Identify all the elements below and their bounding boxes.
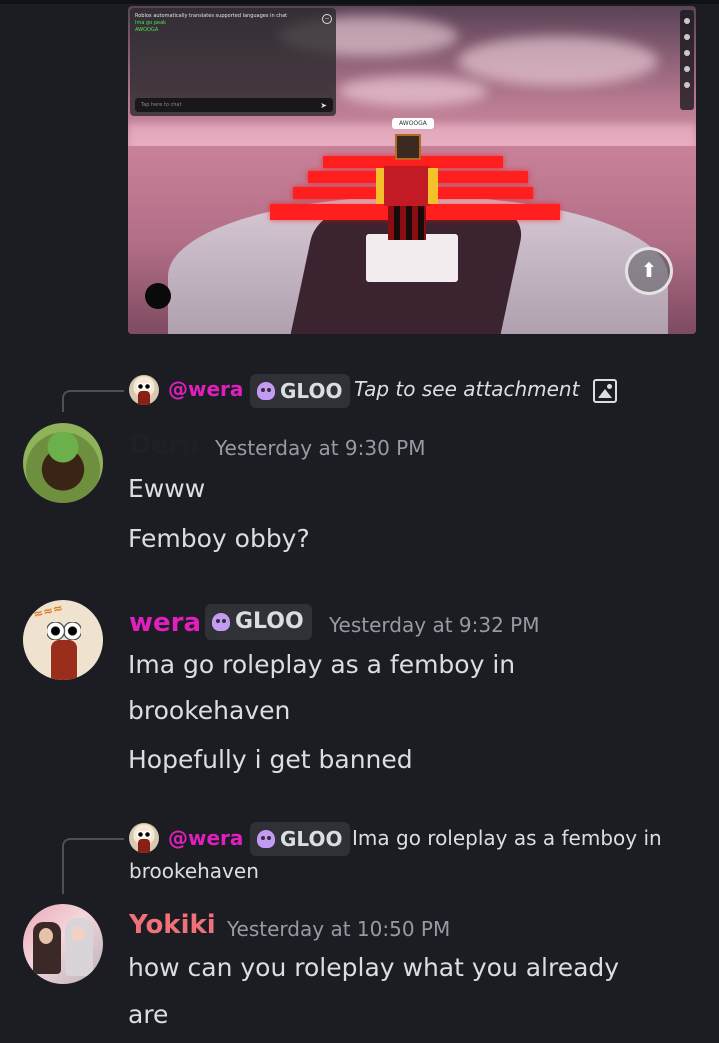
chat-input: Tap here to chat ➤ [135,98,333,112]
attachment-image[interactable]: AWOOGA Roblox automatically translates s… [128,6,696,334]
skull-icon [212,613,230,631]
sidebar-icon [684,18,690,24]
guild-tag-label: GLOO [280,827,343,851]
chat-notice: Roblox automatically translates supporte… [135,13,288,19]
reply-connector [62,838,124,894]
skull-icon [257,382,275,400]
avatar-cloak [51,640,77,680]
top-divider [0,0,719,4]
message-timestamp: Yesterday at 9:30 PM [215,436,426,460]
reply-avatar[interactable] [129,375,159,405]
sidebar-icon [684,50,690,56]
cloud [338,76,488,106]
white-block [366,234,458,282]
user-avatar-yokiki[interactable] [23,904,103,984]
guild-tag-label: GLOO [235,609,304,634]
sidebar-icon [684,66,690,72]
chat-input-placeholder: Tap here to chat [141,102,182,108]
guild-tag[interactable]: GLOO [205,604,312,640]
guild-tag-label: GLOO [280,379,343,403]
avatar-cloak [138,839,150,853]
user-avatar-wera[interactable]: ≈≈≈ [23,600,103,680]
avatar-eyes [137,831,151,838]
reply-connector [62,390,124,412]
avatar-face [39,928,53,944]
message-timestamp: Yesterday at 10:50 PM [227,917,451,941]
message-timestamp: Yesterday at 9:32 PM [329,613,540,637]
guild-tag[interactable]: GLOO [250,374,351,408]
game-sidebar [680,10,694,110]
roblox-character [376,134,438,240]
send-icon: ➤ [320,101,327,110]
cloud [458,36,658,86]
message-text: are [128,1000,169,1029]
user-avatar-derp[interactable] [23,423,103,503]
joystick [145,283,171,309]
message-text: Ewww [128,474,206,503]
message-text: Ima go roleplay as a femboy in [128,650,516,679]
character-arm [428,168,438,204]
skull-icon [257,830,275,848]
reply-preview[interactable]: brookehaven [129,859,259,883]
reply-avatar[interactable] [129,823,159,853]
chat-line: AWOOGA [135,27,159,33]
reply-preview[interactable]: Tap to see attachment [354,377,579,401]
avatar-face [71,926,85,942]
chat-close-icon: − [322,14,332,24]
avatar-cloak [138,391,150,405]
image-icon [593,379,617,403]
username-wera[interactable]: wera [129,608,201,638]
game-chat-panel: Roblox automatically translates supporte… [130,8,336,116]
sidebar-icon [684,82,690,88]
message-text: how can you roleplay what you already [128,953,620,982]
avatar-eyes [137,383,151,390]
username-yokiki[interactable]: Yokiki [129,910,216,940]
character-legs [388,206,426,240]
message-text: Hopefully i get banned [128,745,413,774]
reply-preview[interactable]: Ima go roleplay as a femboy in [352,826,662,850]
reply-mention[interactable]: @wera [168,826,243,850]
jump-button-icon: ⬆ [625,247,673,295]
chat-line: Ima go peak [135,20,167,26]
avatar-eyes [47,622,81,640]
message-text: Femboy obby? [128,524,310,553]
character-head [395,134,421,160]
character-nametag: AWOOGA [392,118,434,129]
message-text: brookehaven [128,696,291,725]
guild-tag[interactable]: GLOO [250,822,351,856]
avatar-scrawl: ≈≈≈ [31,600,65,622]
character-body [384,166,430,206]
sidebar-icon [684,34,690,40]
reply-mention[interactable]: @wera [168,377,243,401]
username-derp[interactable]: Derp [129,430,200,460]
